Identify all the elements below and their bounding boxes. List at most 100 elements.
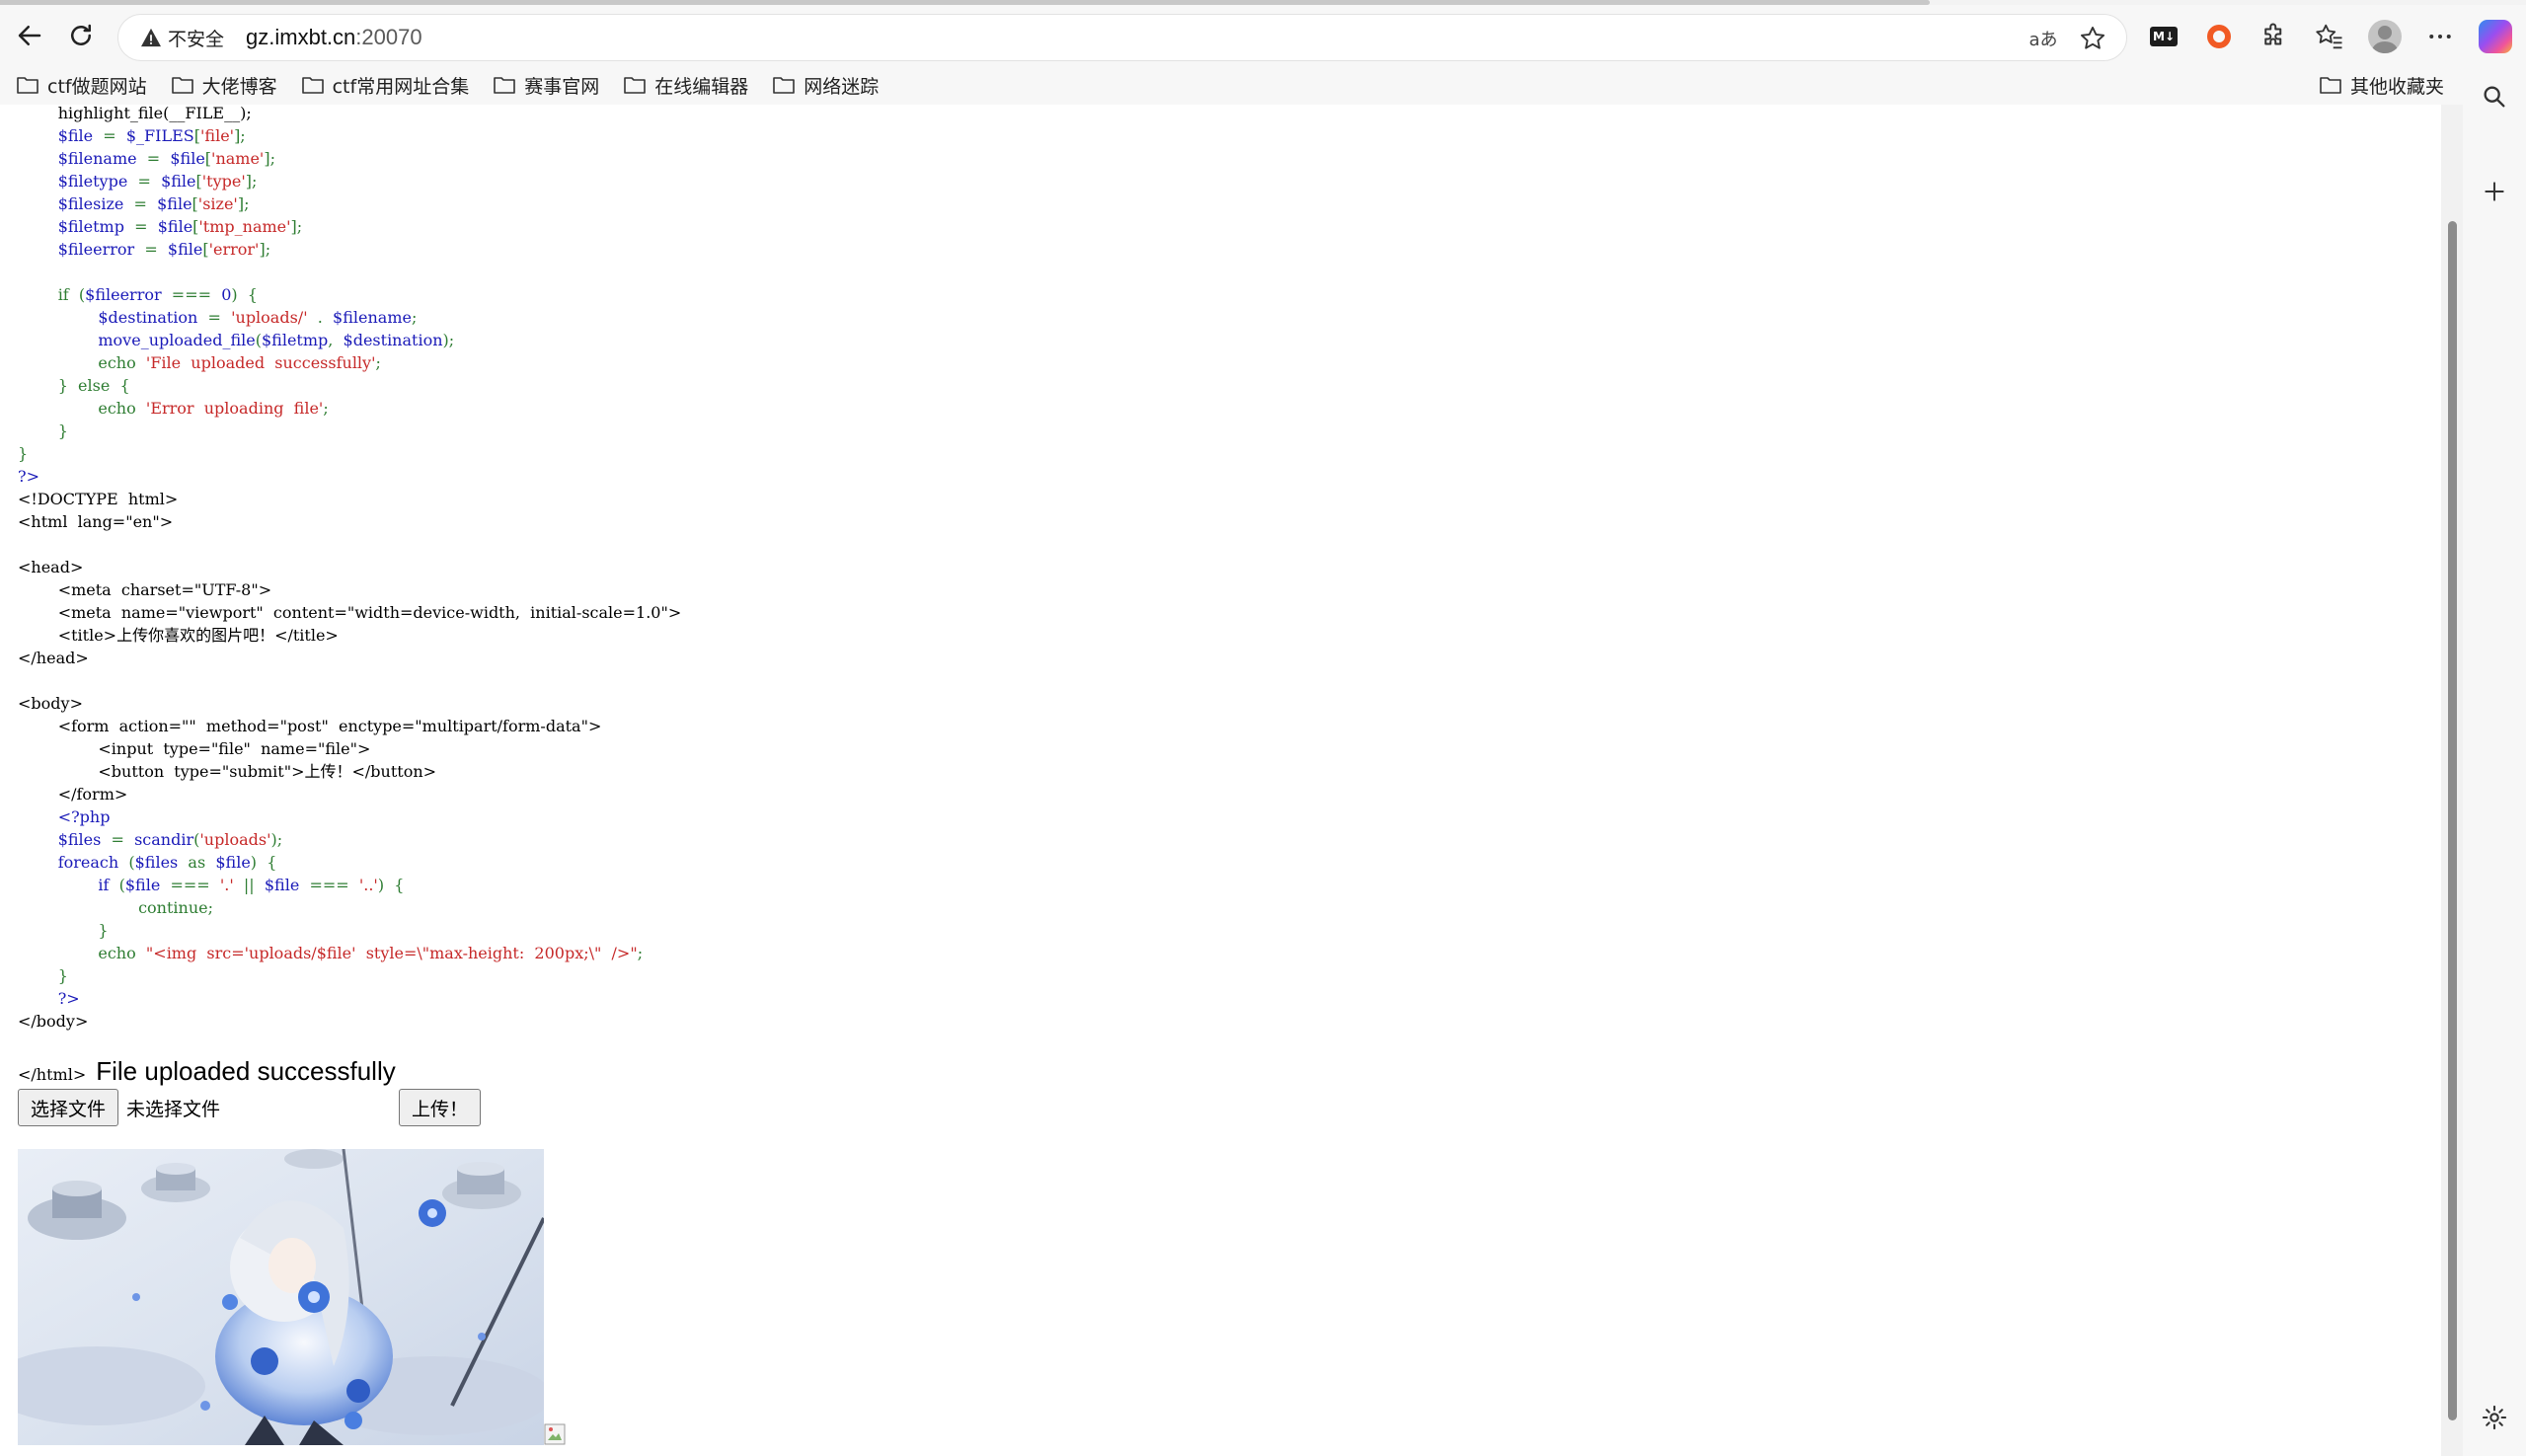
bookmark-folder[interactable]: 赛事官网 (485, 68, 607, 102)
source-token (18, 126, 58, 145)
sidebar-add-button[interactable] (2475, 172, 2514, 211)
source-token (18, 376, 58, 395)
source-token: ]; (234, 126, 246, 145)
source-token (18, 966, 58, 985)
source-token: move_uploaded_file (98, 331, 256, 349)
folder-icon (494, 77, 516, 94)
source-token: as (178, 853, 216, 872)
bookmark-folder[interactable]: 网络迷踪 (764, 68, 886, 102)
source-line: $filetmp = $file['tmp_name']; (18, 215, 681, 238)
source-token: 'name' (211, 149, 265, 168)
source-token: ) { (231, 285, 258, 304)
other-bookmarks-folder[interactable]: 其他收藏夹 (2311, 68, 2452, 102)
site-security-indicator[interactable]: 不安全 (132, 20, 232, 55)
source-token (18, 830, 58, 849)
source-line: echo 'Error uploading file'; (18, 397, 681, 420)
source-token: <html lang="en"> (18, 512, 174, 531)
source-line: <meta name="viewport" content="width=dev… (18, 601, 682, 624)
scrollbar-thumb[interactable] (2448, 221, 2457, 1420)
folder-icon (773, 77, 796, 94)
source-line: move_uploaded_file($filetmp, $destinatio… (18, 329, 681, 351)
source-token: $file (167, 240, 203, 259)
source-line: ?> (18, 987, 681, 1010)
sidebar-settings-button[interactable] (2475, 1398, 2514, 1437)
profile-button[interactable] (2359, 11, 2411, 62)
source-token: <input type="file" name="file"> (18, 739, 371, 758)
source-line: } (18, 919, 681, 942)
source-line: <title>上传你喜欢的图片吧！</title> (18, 624, 681, 647)
choose-file-button[interactable]: 选择文件 (18, 1089, 119, 1126)
bookmark-label: 大佬博客 (201, 75, 277, 98)
source-token: 'File uploaded successfully' (145, 353, 376, 372)
source-line: } (18, 420, 681, 442)
upload-status-message: File uploaded successfully (96, 1056, 396, 1086)
source-line: <body> (18, 692, 681, 715)
source-token: <form action="" method="post" enctype="m… (18, 717, 602, 735)
source-token: } (57, 421, 68, 440)
source-line: </head> (18, 647, 681, 669)
markdown-extension-button[interactable]: M↓ (2138, 11, 2189, 62)
upload-submit-button[interactable]: 上传！ (399, 1089, 482, 1126)
bookmark-folder[interactable]: ctf常用网址合集 (293, 68, 478, 102)
source-line: if ($fileerror === 0) { (18, 283, 681, 306)
bookmark-folder[interactable]: 大佬博客 (163, 68, 285, 102)
source-token: $file (157, 217, 193, 236)
source-token: echo (98, 399, 146, 418)
extensions-button[interactable] (2249, 11, 2300, 62)
browser-toolbar: 不安全 gz.imxbt.cn:20070 aあ M↓ (0, 5, 2526, 65)
bookmark-folder[interactable]: ctf做题网站 (8, 68, 155, 102)
source-token: === (299, 876, 359, 894)
gear-icon (2482, 1405, 2507, 1430)
page-scrollbar[interactable] (2441, 105, 2463, 1456)
upload-form: 选择文件 未选择文件 上传！ (18, 1089, 482, 1126)
bookmark-folder[interactable]: 在线编辑器 (615, 68, 756, 102)
source-token: </head> (18, 649, 89, 667)
source-token (18, 331, 98, 349)
reload-button[interactable] (55, 10, 107, 61)
source-token: $_FILES (125, 126, 194, 145)
source-token: = (123, 194, 158, 213)
url-text[interactable]: gz.imxbt.cn:20070 (246, 25, 422, 50)
copilot-button[interactable] (2470, 11, 2521, 62)
source-line: highlight_file(__FILE__); (18, 105, 681, 124)
read-aloud-button[interactable]: aあ (2024, 19, 2063, 58)
source-line: <head> (18, 556, 681, 578)
source-token: <button type="submit">上传！</button> (18, 762, 437, 781)
source-token: ; (411, 308, 418, 327)
back-button[interactable] (4, 10, 55, 61)
source-token: <meta charset="UTF-8"> (18, 580, 272, 599)
folder-icon (2320, 77, 2341, 94)
source-line: </body> (18, 1010, 681, 1033)
source-token: } (98, 921, 109, 940)
source-line (18, 1033, 681, 1055)
source-token: '..' (358, 876, 378, 894)
sidebar-search-button[interactable] (2475, 77, 2514, 116)
source-token: || (233, 876, 265, 894)
source-line (18, 261, 681, 283)
source-token (18, 399, 98, 418)
favorites-button[interactable] (2304, 11, 2355, 62)
source-token: $file (170, 149, 205, 168)
source-token: highlight_file(__FILE__); (18, 105, 252, 122)
settings-and-more-button[interactable] (2414, 11, 2466, 62)
orange-extension-button[interactable] (2193, 11, 2245, 62)
source-token: <meta name="viewport" content="width=dev… (18, 603, 682, 622)
source-token: 'Error uploading file' (145, 399, 324, 418)
read-aloud-icon: aあ (2028, 30, 2058, 50)
address-bar[interactable]: 不安全 gz.imxbt.cn:20070 aあ (117, 14, 2127, 61)
bookmark-label: 赛事官网 (524, 75, 600, 98)
source-token: $filetmp (261, 331, 329, 349)
source-token: . (307, 308, 334, 327)
uploaded-image-anime-girl (18, 1149, 544, 1445)
source-token: = (93, 126, 126, 145)
source-line: <form action="" method="post" enctype="m… (18, 715, 681, 737)
source-token: $file (161, 172, 196, 191)
source-token: ); (270, 830, 283, 849)
puzzle-icon (2264, 23, 2282, 45)
source-line: <html lang="en"> (18, 510, 681, 533)
source-token: <?php (57, 807, 111, 826)
source-token: 'uploads' (199, 830, 271, 849)
favorite-button[interactable] (2073, 19, 2112, 58)
source-token: ]; (290, 217, 303, 236)
source-token: 'size' (197, 194, 238, 213)
